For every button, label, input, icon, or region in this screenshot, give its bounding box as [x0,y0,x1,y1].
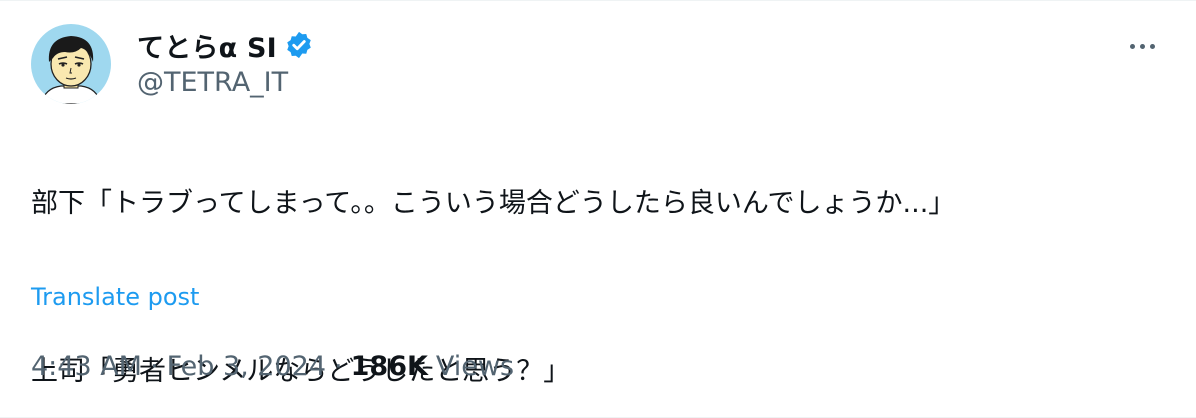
meta-separator: · [149,351,159,382]
author-handle[interactable]: @TETRA_IT [137,67,288,98]
post-time-link[interactable]: 4:43 AM [31,351,142,382]
more-options-icon [1149,43,1155,49]
author-display-name[interactable]: てとらα SI [137,26,277,65]
meta-separator: · [334,351,343,382]
post-date-link[interactable]: Feb 3, 2024 [167,351,326,382]
author-name-row: てとらα SI [137,26,314,65]
views-label: Views [435,351,515,382]
avatar[interactable] [31,24,111,104]
tweet-card: てとらα SI @TETRA_IT 部下「トラブってしまって。。こういう場合どう… [0,0,1196,418]
post-metadata: 4:43 AM · Feb 3, 2024 · 186K Views [31,351,514,382]
verified-badge-icon[interactable] [284,30,314,60]
more-options-button[interactable] [1120,31,1164,61]
views-count: 186K [350,351,428,382]
post-line: 部下「トラブってしまって。。こういう場合どうしたら良いんでしょうか...」 [31,188,956,219]
more-options-icon [1129,43,1135,49]
translate-post-link[interactable]: Translate post [31,283,199,311]
more-options-icon [1139,43,1145,49]
cartoon-person-avatar-icon [31,24,111,104]
